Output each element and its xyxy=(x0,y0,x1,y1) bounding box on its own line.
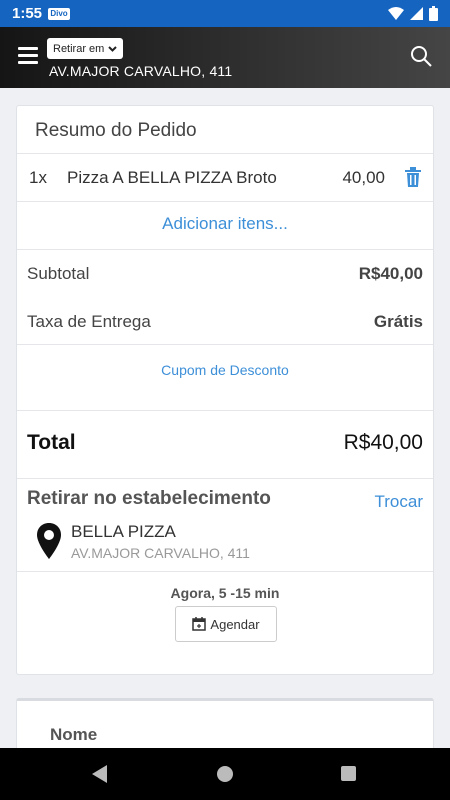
subtotal-value: R$40,00 xyxy=(358,264,423,283)
item-price: 40,00 xyxy=(342,168,385,187)
divider xyxy=(17,571,433,572)
schedule-button[interactable]: Agendar xyxy=(175,606,277,642)
order-summary-title: Resumo do Pedido xyxy=(35,120,197,141)
calendar-icon xyxy=(192,617,207,631)
search-icon[interactable] xyxy=(410,45,432,67)
divider xyxy=(17,249,433,250)
divider xyxy=(17,410,433,411)
item-name: Pizza A BELLA PIZZA Broto xyxy=(67,168,277,187)
pickup-mode-label: Retirar em xyxy=(53,42,105,55)
subtotal-label: Subtotal xyxy=(27,264,90,283)
change-store-button[interactable]: Trocar xyxy=(375,492,424,512)
location-pin-icon xyxy=(37,523,61,559)
store-address: AV.MAJOR CARVALHO, 411 xyxy=(71,545,250,561)
total-label: Total xyxy=(27,431,76,454)
chevron-down-icon xyxy=(108,45,118,52)
total-value: R$40,00 xyxy=(343,431,423,454)
order-summary-card: Resumo do Pedido 1x Pizza A BELLA PIZZA … xyxy=(16,105,434,675)
divider xyxy=(17,478,433,479)
trash-icon[interactable] xyxy=(404,167,422,187)
subtotal-line: Subtotal R$40,00 xyxy=(27,264,423,284)
discount-coupon-link[interactable]: Cupom de Desconto xyxy=(17,362,433,378)
header-address: AV.MAJOR CARVALHO, 411 xyxy=(49,63,233,79)
delivery-fee-value: Grátis xyxy=(373,312,423,331)
delivery-fee-label: Taxa de Entrega xyxy=(27,312,151,331)
app-header: Retirar em AV.MAJOR CARVALHO, 411 xyxy=(0,27,450,88)
status-icons xyxy=(388,6,438,21)
divider xyxy=(17,201,433,202)
notification-badge: Divo xyxy=(48,7,71,20)
name-field-label: Nome xyxy=(50,725,98,744)
back-icon[interactable] xyxy=(92,765,107,783)
order-item-row: 1x Pizza A BELLA PIZZA Broto 40,00 xyxy=(17,154,433,202)
status-bar: 1:55 Divo xyxy=(0,0,450,27)
home-icon[interactable] xyxy=(217,766,233,782)
status-time: 1:55 xyxy=(12,5,43,22)
system-nav-bar xyxy=(0,748,450,800)
pickup-title: Retirar no estabelecimento xyxy=(27,488,271,509)
menu-icon[interactable] xyxy=(18,47,38,65)
store-name: BELLA PIZZA xyxy=(71,522,176,541)
item-quantity: 1x xyxy=(29,168,47,187)
add-items-link[interactable]: Adicionar itens... xyxy=(17,214,433,234)
pickup-time: Agora, 5 -15 min xyxy=(170,585,280,601)
recent-apps-icon[interactable] xyxy=(341,766,356,781)
battery-icon xyxy=(429,6,438,21)
wifi-icon xyxy=(388,7,404,20)
schedule-label: Agendar xyxy=(210,616,260,632)
signal-icon xyxy=(410,7,423,20)
divider xyxy=(17,344,433,345)
delivery-fee-line: Taxa de Entrega Grátis xyxy=(27,312,423,332)
total-line: Total R$40,00 xyxy=(27,431,423,455)
pickup-mode-select[interactable]: Retirar em xyxy=(47,38,124,59)
